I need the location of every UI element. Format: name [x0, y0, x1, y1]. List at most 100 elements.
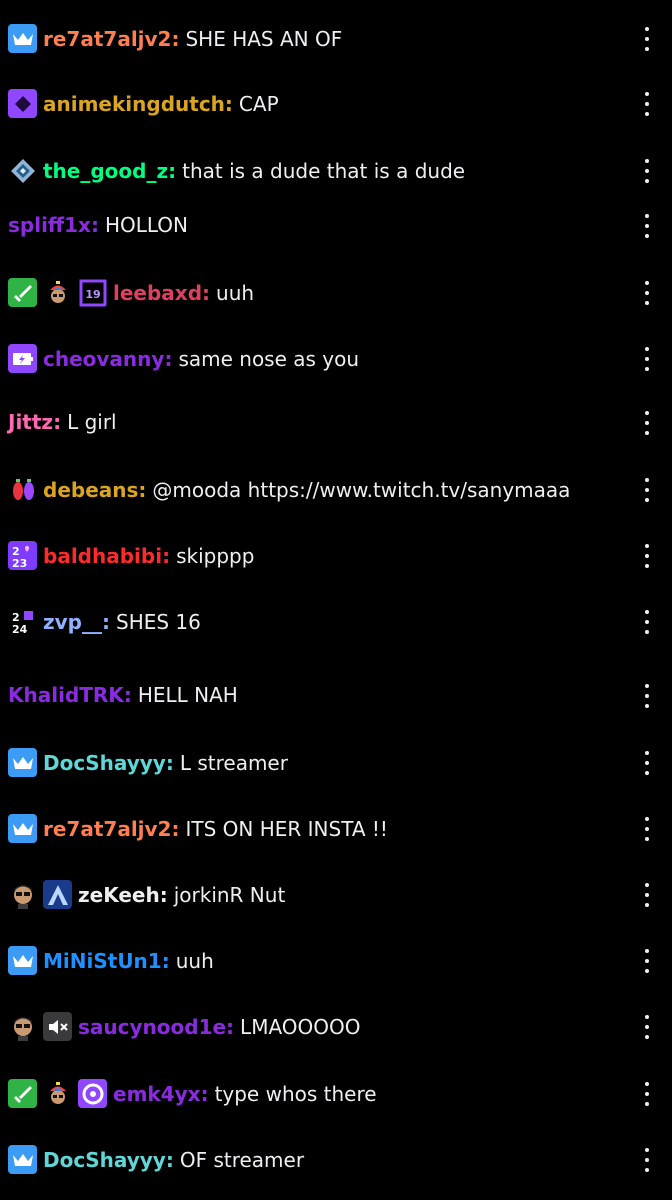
chat-message-text: type whos there [214, 1081, 377, 1106]
face-badge-icon[interactable] [8, 1012, 37, 1041]
chat-message: saucynood1e: LMAOOOOO [8, 1012, 634, 1041]
chat-message-text: SHES 16 [116, 609, 201, 634]
more-options-icon[interactable] [642, 684, 652, 708]
gem-badge-icon[interactable] [8, 89, 37, 118]
chat-username[interactable]: animekingdutch [43, 90, 225, 118]
more-options-icon[interactable] [642, 1082, 652, 1106]
chat-message-list: re7at7aljv2: SHE HAS AN OF animekingdutch:… [0, 0, 672, 1200]
username-separator: : [138, 477, 147, 502]
chat-username[interactable]: MiNiStUn1 [43, 947, 162, 975]
propeller-hat-badge-icon[interactable] [43, 1079, 72, 1108]
more-options-icon[interactable] [642, 1015, 652, 1039]
chat-username[interactable]: saucynood1e [78, 1013, 226, 1041]
chat-username[interactable]: emk4yx [113, 1080, 201, 1108]
chat-message-text: SHE HAS AN OF [185, 26, 343, 51]
face-badge-icon[interactable] [8, 880, 37, 909]
chat-username[interactable]: cheovanny [43, 345, 164, 373]
crown-badge-icon[interactable] [8, 24, 37, 53]
chat-username[interactable]: zeKeeh [78, 881, 160, 909]
username-separator: : [200, 1081, 209, 1106]
more-options-icon[interactable] [642, 411, 652, 435]
propeller-hat-badge-icon[interactable] [43, 278, 72, 307]
chat-message: animekingdutch: CAP [8, 89, 634, 118]
chat-username[interactable]: zvp__ [43, 608, 102, 636]
sword-badge-icon[interactable] [8, 1079, 37, 1108]
chat-message: 2 23 baldhabibi: skipppp [8, 541, 634, 570]
chat-message-text: L girl [67, 410, 117, 434]
username-separator: : [168, 158, 177, 183]
chat-username[interactable]: DocShayyy [43, 1146, 166, 1174]
more-options-icon[interactable] [642, 27, 652, 51]
chat-username[interactable]: DocShayyy [43, 749, 166, 777]
chat-message: 2 24 zvp__: SHES 16 [8, 607, 634, 636]
chat-message: 19 leebaxd: uuh [8, 278, 634, 307]
username-separator: : [162, 543, 171, 568]
chat-message-text: same nose as you [178, 346, 360, 371]
diamond-gem-badge-icon[interactable] [8, 156, 37, 185]
chat-username[interactable]: spliff1x [8, 211, 91, 239]
crown-badge-icon[interactable] [8, 748, 37, 777]
disc-badge-icon[interactable] [78, 1079, 107, 1108]
more-options-icon[interactable] [642, 751, 652, 775]
muted-badge-icon[interactable] [43, 1012, 72, 1041]
more-options-icon[interactable] [642, 817, 652, 841]
more-options-icon[interactable] [642, 610, 652, 634]
sub-19-badge-icon[interactable]: 19 [78, 278, 107, 307]
more-options-icon[interactable] [642, 347, 652, 371]
chat-message: Jittz: L girl [8, 408, 634, 436]
chat-message: DocShayyy: L streamer [8, 748, 634, 777]
sword-badge-icon[interactable] [8, 278, 37, 307]
chat-message: KhalidTRK: HELL NAH [8, 681, 634, 709]
username-separator: : [165, 1147, 174, 1172]
year-2024-badge-icon[interactable]: 2 24 [8, 607, 37, 636]
more-options-icon[interactable] [642, 159, 652, 183]
username-separator: : [226, 1014, 235, 1039]
lights-badge-icon[interactable] [8, 475, 37, 504]
chat-message: emk4yx: type whos there [8, 1079, 634, 1108]
username-separator: : [102, 609, 110, 634]
username-separator: : [90, 213, 99, 237]
username-separator: : [202, 280, 211, 305]
crown-badge-icon[interactable] [8, 1145, 37, 1174]
username-separator: : [123, 683, 132, 707]
chat-message-text: jorkinR Nut [173, 882, 286, 907]
more-options-icon[interactable] [642, 949, 652, 973]
chat-username[interactable]: re7at7aljv2 [43, 25, 171, 53]
chat-username[interactable]: baldhabibi [43, 542, 162, 570]
chat-message-text: skipppp [176, 543, 255, 568]
chat-message: the_good_z: that is a dude that is a dude [8, 156, 634, 185]
crown-badge-icon[interactable] [8, 814, 37, 843]
chat-message: debeans: @mooda https://www.twitch.tv/san… [8, 475, 634, 504]
username-separator: : [161, 948, 170, 973]
chat-message-text: HELL NAH [137, 683, 238, 707]
more-options-icon[interactable] [642, 92, 652, 116]
chat-username[interactable]: debeans [43, 476, 138, 504]
crown-badge-icon[interactable] [8, 946, 37, 975]
more-options-icon[interactable] [642, 883, 652, 907]
more-options-icon[interactable] [642, 478, 652, 502]
chat-message: MiNiStUn1: uuh [8, 946, 634, 975]
battery-badge-icon[interactable] [8, 344, 37, 373]
more-options-icon[interactable] [642, 1148, 652, 1172]
chat-message-text: ITS ON HER INSTA !! [185, 816, 388, 841]
chat-message: spliff1x: HOLLON [8, 211, 634, 239]
chat-username[interactable]: Jittz [8, 408, 53, 436]
more-options-icon[interactable] [642, 544, 652, 568]
chat-message: re7at7aljv2: ITS ON HER INSTA !! [8, 814, 634, 843]
year-2023-badge-icon[interactable]: 2 23 [8, 541, 37, 570]
username-separator: : [53, 410, 62, 434]
username-separator: : [171, 26, 180, 51]
chat-username[interactable]: re7at7aljv2 [43, 815, 171, 843]
chat-username[interactable]: the_good_z [43, 157, 168, 185]
chat-username[interactable]: leebaxd [113, 279, 202, 307]
username-separator: : [165, 750, 174, 775]
more-options-icon[interactable] [642, 214, 652, 238]
chat-message: cheovanny: same nose as you [8, 344, 634, 373]
arch-a-badge-icon[interactable] [43, 880, 72, 909]
chat-message-text: L streamer [179, 750, 288, 775]
username-separator: : [224, 91, 233, 116]
chat-message-text: uuh [175, 948, 214, 973]
chat-message-text: CAP [238, 91, 279, 116]
more-options-icon[interactable] [642, 281, 652, 305]
chat-username[interactable]: KhalidTRK [8, 681, 124, 709]
